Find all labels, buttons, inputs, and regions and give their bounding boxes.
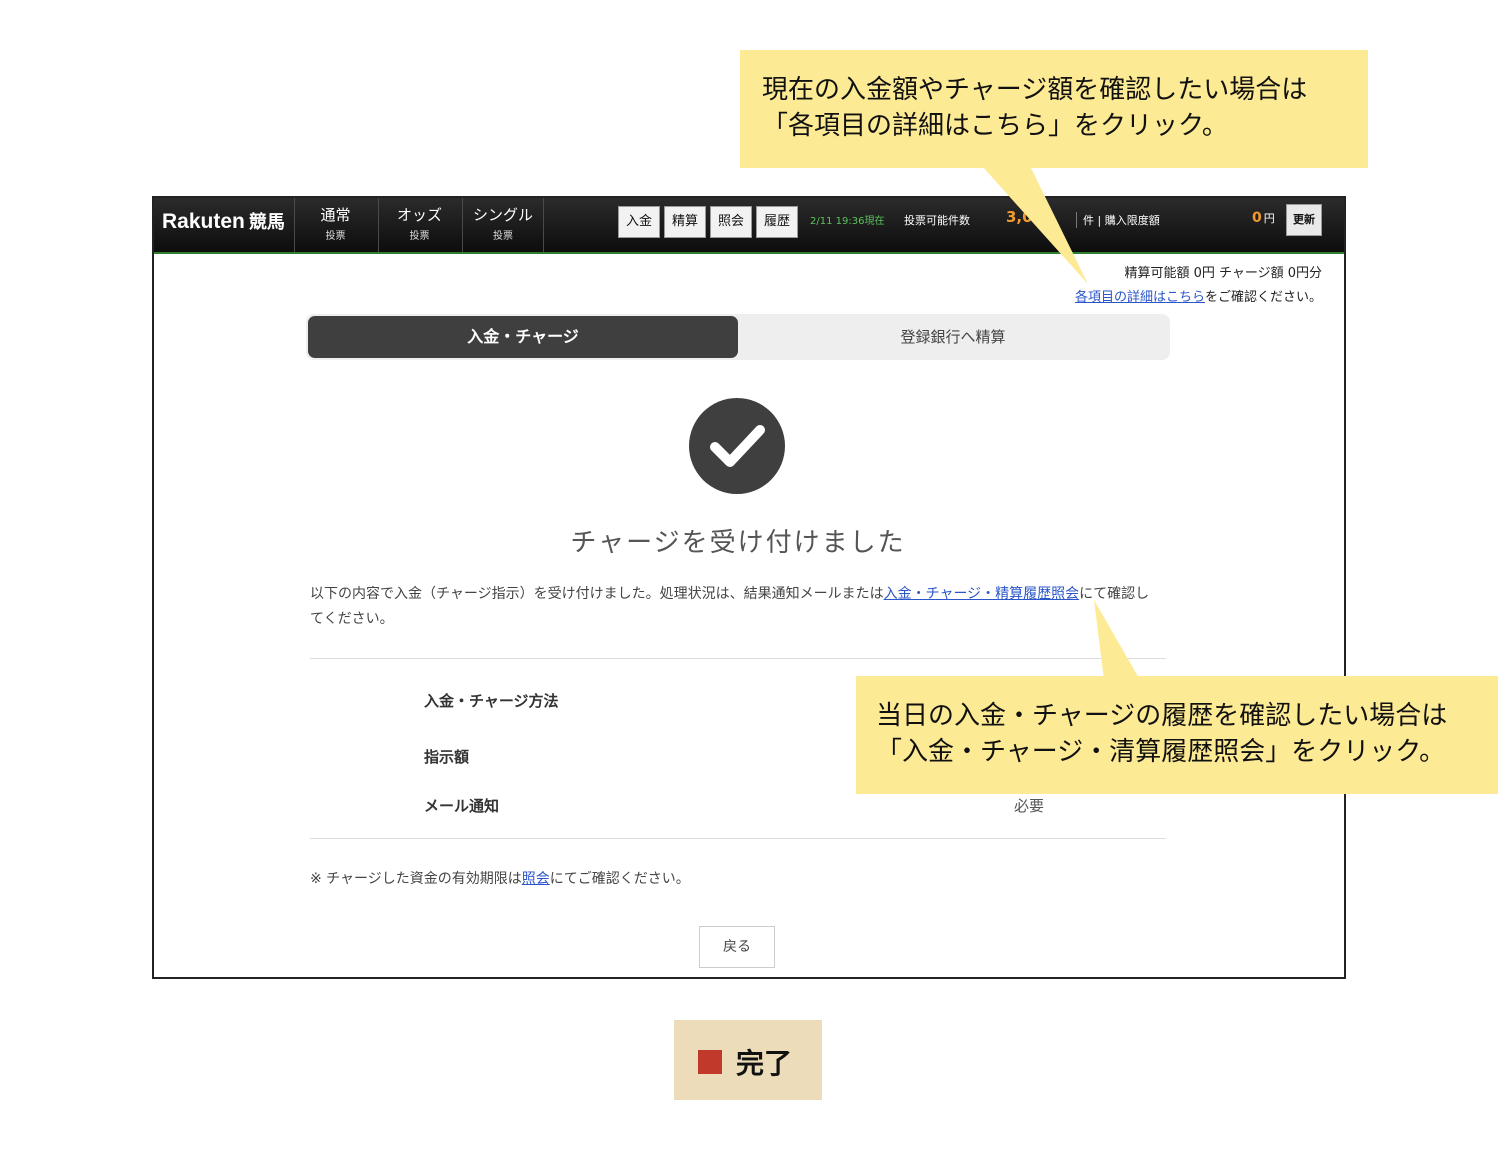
- status-timestamp: 2/11 19:36現在: [810, 216, 885, 227]
- nav-tab-sub: 投票: [409, 231, 430, 242]
- completion-message: 以下の内容で入金（チャージ指示）を受け付けました。処理状況は、結果通知メールまた…: [310, 582, 1160, 632]
- app-screen: Rakuten 競馬 通常 投票 オッズ 投票 シングル 投票 入金 精算 照会 …: [152, 196, 1346, 979]
- nav-tab-main: オッズ: [396, 206, 442, 224]
- callout-top-line2: 「各項目の詳細はこちら」をクリック。: [762, 111, 1228, 141]
- nav-tab-sub: 投票: [493, 231, 513, 242]
- completion-title: チャージを受け付けました: [570, 528, 906, 558]
- logo-text: Rakuten: [162, 210, 245, 233]
- note-prefix: ※ チャージした資金の有効期限は: [310, 871, 522, 887]
- purchase-limit-value: 0円: [1252, 210, 1275, 226]
- inquiry-button[interactable]: 照会: [710, 206, 752, 238]
- limit-amount-unit: 円: [1263, 212, 1275, 225]
- detail-label-mail-notice: メール通知: [424, 797, 500, 815]
- back-button[interactable]: 戻る: [699, 926, 775, 968]
- callout-bottom-line1: 当日の入金・チャージの履歴を確認したい場合は: [876, 701, 1448, 731]
- annotation-callout-top: 現在の入金額やチャージ額を確認したい場合は 「各項目の詳細はこちら」をクリック。: [740, 50, 1368, 168]
- history-button[interactable]: 履歴: [756, 206, 798, 238]
- detail-value-mail-notice: 必要: [1013, 797, 1044, 815]
- nav-tab-odds-vote[interactable]: オッズ 投票: [378, 198, 460, 252]
- rakuten-keiba-logo[interactable]: Rakuten 競馬: [162, 208, 285, 234]
- limit-amount-number: 0: [1252, 210, 1262, 226]
- annotation-callout-bottom: 当日の入金・チャージの履歴を確認したい場合は 「入金・チャージ・清算履歴照会」を…: [856, 676, 1498, 794]
- mode-segmented-control: 入金・チャージ 登録銀行へ精算: [306, 314, 1170, 360]
- balance-summary: 精算可能額 0円 チャージ額 0円分: [1124, 266, 1322, 281]
- logo-kanji: 競馬: [248, 212, 285, 233]
- note-suffix: にてご確認ください。: [549, 871, 690, 887]
- detail-label-amount: 指示額: [424, 748, 470, 766]
- expiry-note: ※ チャージした資金の有効期限は照会にてご確認ください。: [310, 868, 690, 888]
- detail-suffix: をご確認ください。: [1204, 290, 1322, 305]
- settle-button[interactable]: 精算: [664, 206, 706, 238]
- nav-tab-normal-vote[interactable]: 通常 投票: [294, 198, 376, 252]
- inquiry-link[interactable]: 照会: [522, 871, 550, 887]
- callout-bottom-line2: 「入金・チャージ・清算履歴照会」をクリック。: [876, 737, 1446, 767]
- refresh-button[interactable]: 更新: [1286, 204, 1322, 236]
- callout-top-pointer: [982, 166, 1088, 284]
- step-marker-square-icon: [698, 1050, 722, 1074]
- detail-label-method: 入金・チャージ方法: [424, 692, 559, 710]
- step-badge: 完了: [674, 1020, 822, 1100]
- deposit-history-link[interactable]: 入金・チャージ・精算履歴照会: [884, 586, 1080, 602]
- item-details-link[interactable]: 各項目の詳細はこちら: [1075, 290, 1205, 305]
- top-nav-bar: Rakuten 競馬 通常 投票 オッズ 投票 シングル 投票 入金 精算 照会 …: [154, 198, 1344, 254]
- details-divider-bottom: [310, 838, 1166, 839]
- message-prefix: 以下の内容で入金（チャージ指示）を受け付けました。処理状況は、結果通知メールまた…: [310, 586, 884, 602]
- nav-tab-single-vote[interactable]: シングル 投票: [462, 198, 544, 252]
- callout-top-line1: 現在の入金額やチャージ額を確認したい場合は: [762, 75, 1308, 105]
- check-circle-icon: [689, 398, 785, 494]
- details-divider-top: [310, 658, 1166, 659]
- nav-tab-sub: 投票: [325, 231, 346, 242]
- deposit-button[interactable]: 入金: [618, 206, 660, 238]
- callout-bottom-pointer: [1094, 600, 1140, 680]
- step-label: 完了: [736, 1047, 793, 1080]
- nav-tab-main: シングル: [472, 206, 533, 224]
- nav-tab-main: 通常: [320, 206, 351, 224]
- tab-bank-settlement[interactable]: 登録銀行へ精算: [738, 316, 1168, 358]
- tab-deposit-charge[interactable]: 入金・チャージ: [308, 316, 738, 358]
